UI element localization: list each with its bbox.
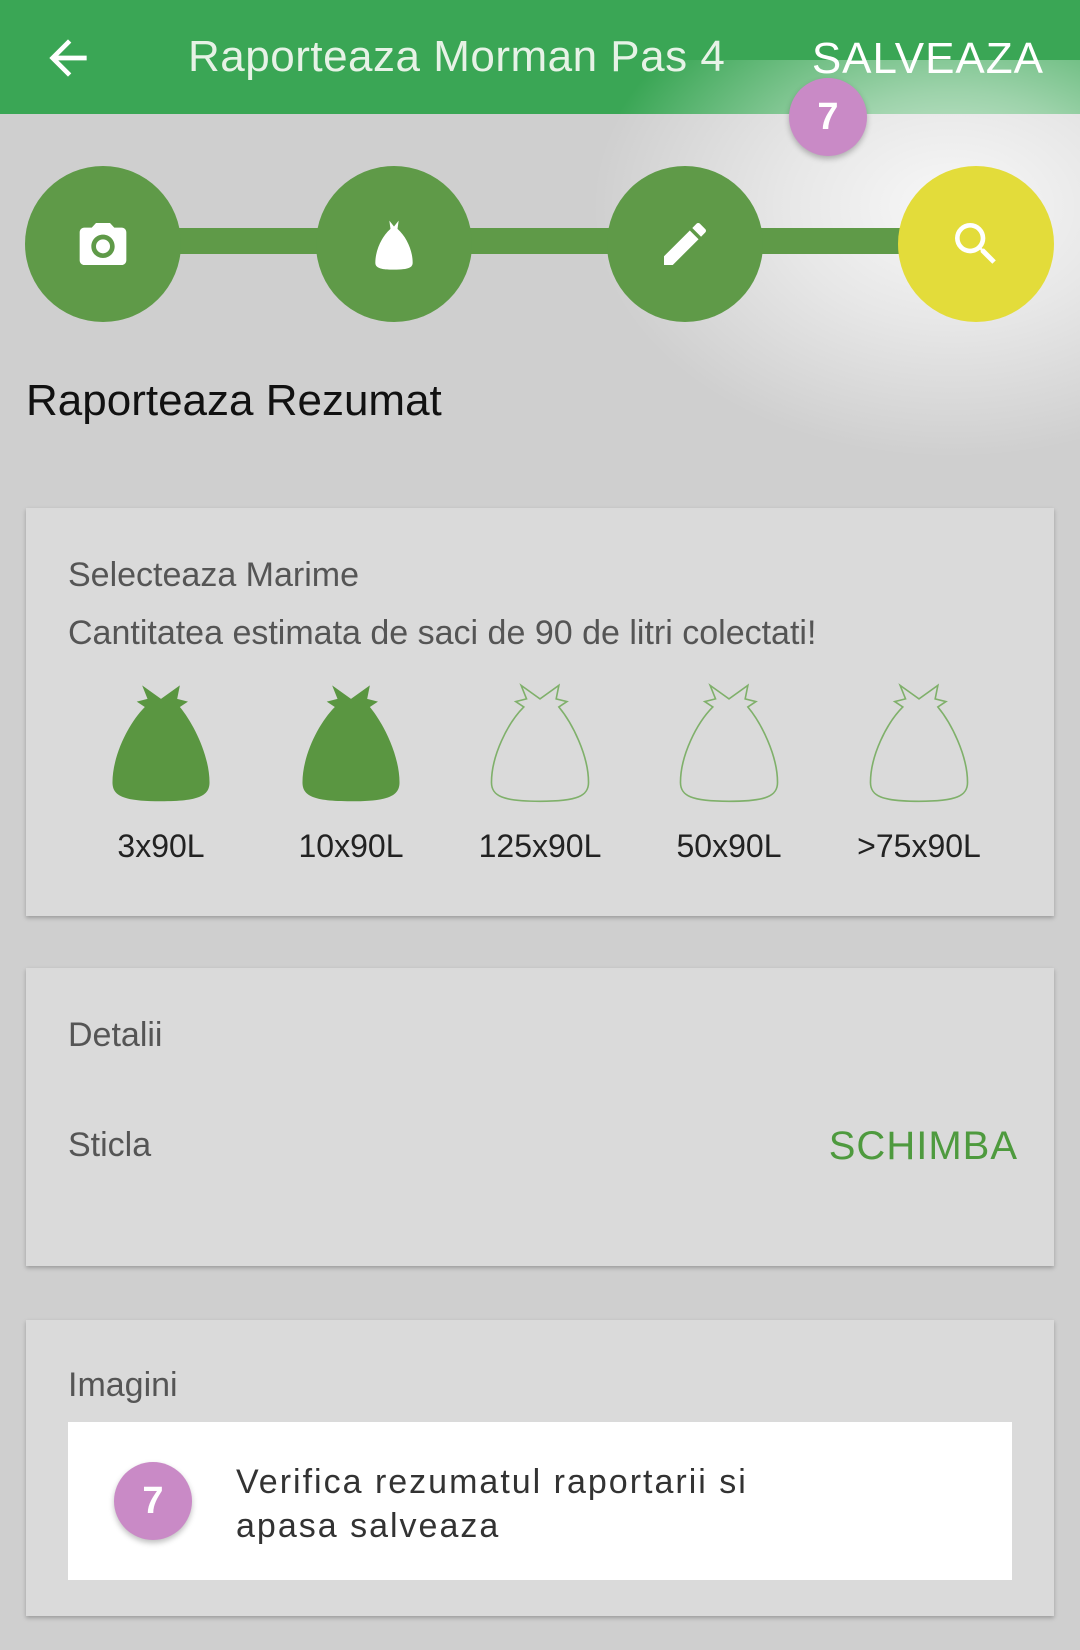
summary-title: Raporteaza Rezumat <box>26 376 442 425</box>
search-icon <box>955 223 996 264</box>
change-button[interactable]: SCHIMBA <box>829 1124 1018 1169</box>
details-value: Sticla <box>68 1126 152 1164</box>
bag-outline-icon <box>490 683 590 803</box>
size-option[interactable]: 3x90L <box>86 680 236 864</box>
details-card <box>26 968 1054 1266</box>
size-option-label: 125x90L <box>478 828 602 864</box>
size-option-label: >75x90L <box>857 828 981 864</box>
bag-outline-icon <box>869 683 969 803</box>
tutorial-tooltip: 7 Verifica rezumatul raportarii si apasa… <box>68 1422 1012 1580</box>
size-option[interactable]: >75x90L <box>844 680 994 864</box>
bag-filled-icon <box>112 685 210 802</box>
save-button[interactable]: SALVEAZA <box>812 34 1044 84</box>
size-option-label: 10x90L <box>298 828 404 864</box>
size-option[interactable]: 125x90L <box>465 680 615 864</box>
tutorial-message: Verifica rezumatul raportarii si apasa s… <box>236 1460 936 1548</box>
images-card-heading: Imagini <box>68 1366 178 1404</box>
size-option-label: 3x90L <box>117 828 205 864</box>
bag-icon <box>375 220 413 270</box>
tutorial-message-line: apasa salveaza <box>236 1507 501 1545</box>
arrow-left-icon[interactable] <box>40 30 96 86</box>
size-option[interactable]: 50x90L <box>654 680 804 864</box>
app-bar: Raporteaza Morman Pas 4 SALVEAZA <box>0 0 1080 114</box>
tutorial-message-line: Verifica rezumatul raportarii si <box>236 1463 748 1501</box>
bag-outline-icon <box>679 683 779 803</box>
tutorial-tooltip-badge: 7 <box>114 1462 192 1540</box>
step-size[interactable] <box>316 166 472 322</box>
size-card-heading: Selecteaza Marime <box>68 556 360 594</box>
step-summary[interactable] <box>898 166 1054 322</box>
size-option[interactable]: 10x90L <box>276 680 426 864</box>
step-details[interactable] <box>607 166 763 322</box>
size-option-label: 50x90L <box>676 828 782 864</box>
pencil-icon <box>664 222 707 265</box>
tutorial-step-badge: 7 <box>789 78 867 156</box>
size-card-subtitle: Cantitatea estimata de saci de 90 de lit… <box>68 614 817 652</box>
step-photo[interactable] <box>25 166 181 322</box>
step-connector <box>170 228 320 254</box>
camera-icon <box>79 223 127 265</box>
details-card-heading: Detalii <box>68 1016 163 1054</box>
page-title: Raporteaza Morman Pas 4 <box>188 32 726 81</box>
step-connector <box>752 228 902 254</box>
step-progress <box>0 166 1080 326</box>
step-connector <box>460 228 610 254</box>
bag-filled-icon <box>302 685 400 802</box>
